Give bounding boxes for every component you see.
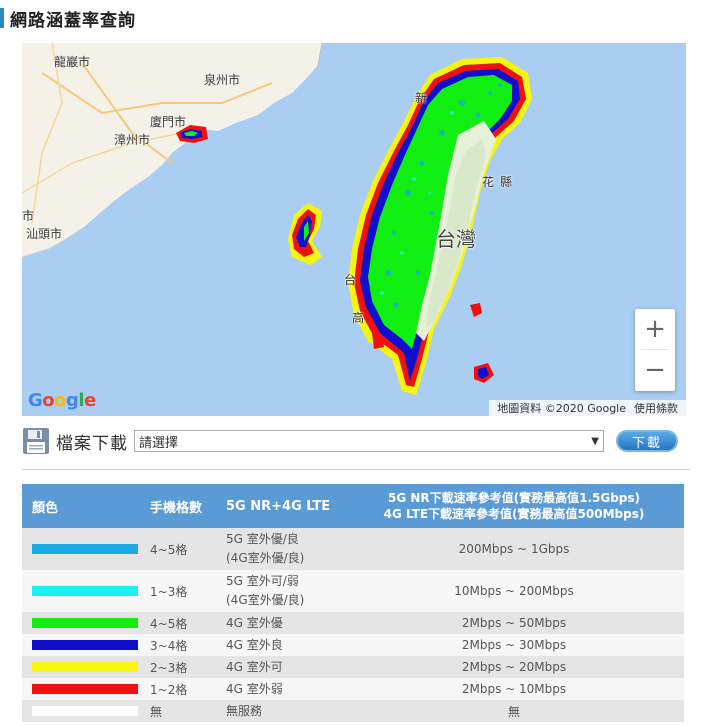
- legend-type-line2: (4G室外優/良): [226, 551, 305, 565]
- legend-type-line1: 4G 室外弱: [226, 681, 283, 696]
- legend-speed-cell: 無: [344, 700, 684, 722]
- legend-bars-cell: 4~5格: [150, 528, 226, 570]
- legend-type-line1: 5G 室外優/良: [226, 532, 299, 546]
- color-swatch: [32, 640, 138, 650]
- legend-type-cell: 4G 室外弱: [226, 678, 344, 700]
- legend-type-line1: 5G 室外可/弱: [226, 574, 299, 588]
- map-label-longyan: 龍巖市: [54, 55, 91, 69]
- legend-row: 4~5格 5G 室外優/良 (4G室外優/良) 200Mbps ~ 1Gbps: [22, 528, 684, 570]
- map-label-quanzhou: 泉州市: [204, 73, 241, 87]
- legend-type-line1: 4G 室外優: [226, 615, 283, 630]
- header-speed-line1: 5G NR下載速率參考值(實務最高值1.5Gbps): [387, 491, 641, 505]
- zoom-in-button[interactable]: +: [635, 309, 675, 349]
- legend-bars-cell: 1~2格: [150, 678, 226, 700]
- legend-color-cell: [22, 634, 150, 656]
- legend-speed-cell: 2Mbps ~ 30Mbps: [344, 634, 684, 656]
- legend-row: 1~2格 4G 室外弱 2Mbps ~ 10Mbps: [22, 678, 684, 700]
- file-download-row: 檔案下載 請選擇 ▼ 下載: [22, 425, 690, 457]
- legend-row: 3~4格 4G 室外良 2Mbps ~ 30Mbps: [22, 634, 684, 656]
- map-label-xiamen: 廈門市: [150, 115, 187, 129]
- header-speed-line2: 4G LTE下載速率參考值(實務最高值500Mbps): [383, 507, 645, 521]
- zoom-control: + −: [635, 309, 675, 391]
- legend-speed-cell: 200Mbps ~ 1Gbps: [344, 528, 684, 570]
- zoom-out-button[interactable]: −: [635, 350, 675, 390]
- legend-type-cell: 5G 室外優/良 (4G室外優/良): [226, 528, 344, 570]
- legend-color-cell: [22, 528, 150, 570]
- color-swatch: [32, 706, 138, 716]
- dropdown-arrow-icon: ▼: [591, 435, 599, 447]
- legend-bars-cell: 1~3格: [150, 570, 226, 612]
- legend-row: 2~3格 4G 室外可 2Mbps ~ 20Mbps: [22, 656, 684, 678]
- legend-row: 4~5格 4G 室外優 2Mbps ~ 50Mbps: [22, 612, 684, 634]
- legend-type-cell: 5G 室外可/弱 (4G室外優/良): [226, 570, 344, 612]
- legend-speed-cell: 10Mbps ~ 200Mbps: [344, 570, 684, 612]
- legend-speed-cell: 2Mbps ~ 50Mbps: [344, 612, 684, 634]
- legend-bars-cell: 4~5格: [150, 612, 226, 634]
- map-label-xian: 縣: [500, 175, 513, 189]
- header-speed: 5G NR下載速率參考值(實務最高值1.5Gbps) 4G LTE下載速率參考值…: [344, 484, 684, 528]
- map-label-shantou: 汕頭市: [26, 227, 63, 241]
- page-header: 網路涵蓋率查詢: [0, 6, 136, 31]
- color-swatch: [32, 586, 138, 596]
- legend-speed-cell: 2Mbps ~ 10Mbps: [344, 678, 684, 700]
- floppy-disk-icon: [23, 428, 49, 454]
- map-label-xin: 新: [415, 91, 428, 105]
- header-type: 5G NR+4G LTE: [226, 484, 344, 528]
- legend-type-line1: 無服務: [226, 703, 263, 718]
- color-swatch: [32, 662, 138, 672]
- legend-bars-cell: 無: [150, 700, 226, 722]
- download-label: 檔案下載: [56, 433, 128, 454]
- map-data-link[interactable]: 地圖資料 ©2020 Google: [497, 400, 626, 416]
- title-accent-bar: [0, 8, 4, 28]
- color-swatch: [32, 618, 138, 628]
- legend-row: 1~3格 5G 室外可/弱 (4G室外優/良) 10Mbps ~ 200Mbps: [22, 570, 684, 612]
- legend-type-cell: 4G 室外良: [226, 634, 344, 656]
- coverage-legend-table: 顏色 手機格數 5G NR+4G LTE 5G NR下載速率參考值(實務最高值1…: [22, 484, 684, 722]
- legend-color-cell: [22, 656, 150, 678]
- map-label-hua: 花: [482, 175, 495, 189]
- legend-row: 無無服務無: [22, 700, 684, 722]
- legend-speed-cell: 2Mbps ~ 20Mbps: [344, 656, 684, 678]
- page-title: 網路涵蓋率查詢: [10, 10, 136, 31]
- legend-type-cell: 4G 室外優: [226, 612, 344, 634]
- legend-bars-cell: 2~3格: [150, 656, 226, 678]
- terms-link[interactable]: 使用條款: [634, 400, 678, 416]
- legend-color-cell: [22, 570, 150, 612]
- map-label-zhangzhou: 漳州市: [114, 133, 151, 147]
- map-attribution: 地圖資料 ©2020 Google 使用條款: [489, 400, 686, 416]
- legend-color-cell: [22, 678, 150, 700]
- map-canvas: [22, 43, 686, 416]
- legend-bars-cell: 3~4格: [150, 634, 226, 656]
- map-label-shi: 市: [22, 209, 35, 223]
- legend-type-line2: (4G室外優/良): [226, 593, 305, 607]
- legend-color-cell: [22, 612, 150, 634]
- section-divider: [22, 469, 690, 470]
- download-button[interactable]: 下載: [616, 430, 678, 452]
- map-label-tai: 台: [344, 273, 357, 287]
- map-label-taiwan: 台灣: [436, 227, 476, 251]
- legend-header-row: 顏色 手機格數 5G NR+4G LTE 5G NR下載速率參考值(實務最高值1…: [22, 484, 684, 528]
- file-select[interactable]: 請選擇 ▼: [134, 430, 604, 452]
- map-label-gao: 高: [352, 311, 365, 325]
- legend-type-cell: 無服務: [226, 700, 344, 722]
- color-swatch: [32, 544, 138, 554]
- color-swatch: [32, 684, 138, 694]
- file-select-value: 請選擇: [139, 435, 179, 451]
- header-color: 顏色: [22, 484, 150, 528]
- google-logo[interactable]: Google: [28, 390, 96, 411]
- legend-color-cell: [22, 700, 150, 722]
- legend-type-line1: 4G 室外良: [226, 637, 283, 652]
- legend-type-cell: 4G 室外可: [226, 656, 344, 678]
- legend-type-line1: 4G 室外可: [226, 659, 283, 674]
- header-bars: 手機格數: [150, 484, 226, 528]
- coverage-map[interactable]: 龍巖市 泉州市 廈門市 漳州市 市 汕頭市 新 花 縣 台灣 台 高 + − G…: [22, 43, 686, 416]
